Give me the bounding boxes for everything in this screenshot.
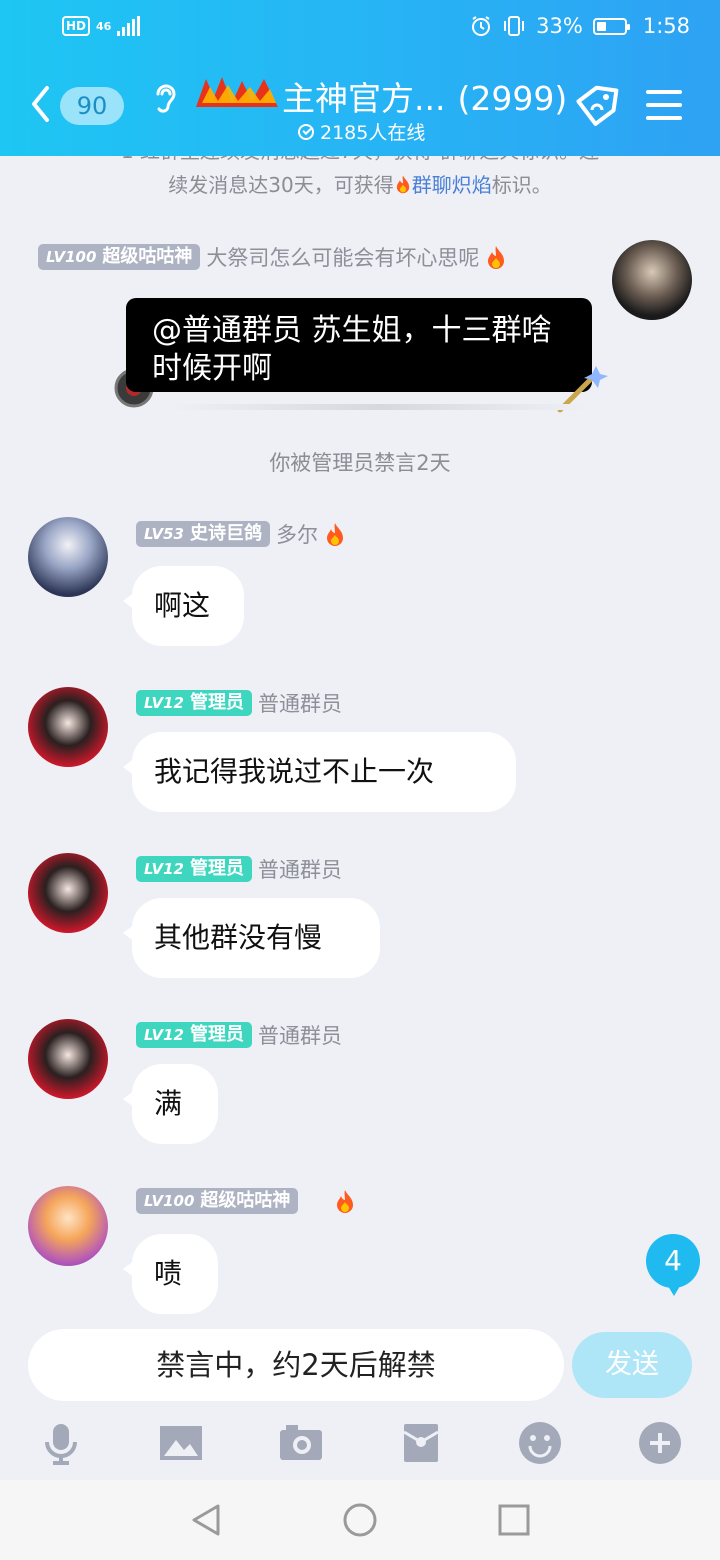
- message-header: LV100 超级咕咕神 大祭司怎么可能会有坏心思呢: [38, 242, 507, 272]
- message-bubble[interactable]: 啊这: [123, 566, 244, 646]
- level-label: LV12: [144, 860, 184, 878]
- level-label: LV12: [144, 694, 184, 712]
- battery-icon: [592, 17, 630, 35]
- input-toolbar: [0, 1410, 720, 1476]
- fire-icon: [326, 523, 343, 546]
- sender-name[interactable]: 普通群员: [258, 688, 342, 718]
- microphone-icon[interactable]: [38, 1420, 84, 1466]
- level-title: 超级咕咕神: [200, 1190, 291, 1211]
- level-title: 超级咕咕神: [102, 246, 193, 267]
- message-input-muted[interactable]: 禁言中，约2天后解禁: [28, 1329, 564, 1401]
- message-header: LV12 管理员 普通群员: [136, 688, 342, 718]
- member-count: (2999): [457, 79, 568, 118]
- vibrate-icon: [504, 16, 525, 36]
- fire-icon: [396, 175, 409, 194]
- plus-icon[interactable]: [637, 1420, 683, 1466]
- camera-icon[interactable]: [278, 1420, 324, 1466]
- notice-link[interactable]: 群聊炽焰: [412, 173, 492, 197]
- send-button[interactable]: 发送: [572, 1332, 692, 1398]
- level-title: 管理员: [189, 692, 244, 713]
- level-title: 管理员: [189, 858, 244, 879]
- system-notice: 续发消息达30天，可获得 群聊炽焰标识。: [40, 170, 680, 200]
- new-message-count-badge[interactable]: 4: [646, 1234, 700, 1296]
- avatar[interactable]: [612, 240, 692, 320]
- avatar[interactable]: [28, 853, 108, 933]
- avatar[interactable]: [28, 517, 108, 597]
- menu-icon[interactable]: [646, 88, 682, 122]
- system-navigation-bar: [0, 1480, 720, 1560]
- recents-square-icon[interactable]: [496, 1502, 532, 1538]
- fire-icon: [488, 246, 505, 269]
- level-title: 史诗巨鸽: [189, 523, 262, 544]
- red-packet-icon[interactable]: [398, 1420, 444, 1466]
- message-header: LV100 超级咕咕神: [136, 1188, 356, 1214]
- message-header: LV53 史诗巨鸽 多尔: [136, 519, 346, 549]
- admin-badge: LV12 管理员: [136, 1022, 252, 1048]
- level-label: LV12: [144, 1026, 184, 1044]
- alarm-icon: [472, 16, 491, 36]
- avatar[interactable]: [28, 1019, 108, 1099]
- sender-name[interactable]: 普通群员: [258, 854, 342, 884]
- network-label: 46: [96, 19, 112, 33]
- notice-text: 续发消息达30天，可获得: [168, 173, 394, 197]
- fire-icon: [337, 1190, 354, 1213]
- level-label: LV53: [144, 525, 184, 543]
- back-triangle-icon[interactable]: [188, 1502, 224, 1538]
- home-circle-icon[interactable]: [342, 1502, 378, 1538]
- avatar[interactable]: [28, 687, 108, 767]
- level-badge: LV53 史诗巨鸽: [136, 521, 270, 547]
- back-chevron-icon[interactable]: [30, 84, 50, 124]
- emoji-icon[interactable]: [517, 1420, 563, 1466]
- earpiece-mode-icon[interactable]: [150, 80, 180, 116]
- level-label: LV100: [144, 1192, 195, 1210]
- message-bubble[interactable]: 我记得我说过不止一次: [123, 732, 516, 812]
- level-title: 管理员: [189, 1024, 244, 1045]
- bubble-shadow: [170, 404, 590, 410]
- unread-count-badge[interactable]: 90: [60, 87, 124, 125]
- group-title[interactable]: 主神官方... (2999): [282, 72, 567, 120]
- clock: 1:58: [642, 14, 690, 38]
- notice-suffix: 标识。: [491, 173, 552, 197]
- admin-badge: LV12 管理员: [136, 856, 252, 882]
- message-bubble[interactable]: 啧: [123, 1234, 218, 1314]
- sender-name[interactable]: 大祭司怎么可能会有坏心思呢: [206, 242, 479, 272]
- signal-icon: [117, 16, 141, 36]
- hd-icon: HD: [62, 16, 91, 36]
- message-bubble[interactable]: 其他群没有慢: [123, 898, 380, 978]
- online-status: 2185人在线: [298, 118, 425, 145]
- group-name: 主神官方...: [282, 79, 446, 118]
- message-header: LV12 管理员 普通群员: [136, 854, 342, 884]
- muted-notice: 你被管理员禁言2天: [269, 451, 451, 475]
- level-label: LV100: [46, 248, 97, 266]
- group-tag-icon[interactable]: [572, 84, 622, 130]
- header: HD 46 33% 1:58 90 主神官方... (2999) 2185人在线: [0, 0, 720, 156]
- avatar[interactable]: [28, 1186, 108, 1266]
- sender-name[interactable]: 普通群员: [258, 1020, 342, 1050]
- message-bubble[interactable]: @普通群员 苏生姐，十三群啥时候开啊: [126, 298, 592, 392]
- message-bubble[interactable]: 满: [123, 1064, 218, 1144]
- level-badge: LV100 超级咕咕神: [136, 1188, 299, 1214]
- sender-name[interactable]: 多尔: [276, 519, 318, 549]
- battery-percent: 33%: [536, 14, 583, 38]
- check-circle-icon: [298, 123, 314, 140]
- admin-badge: LV12 管理员: [136, 690, 252, 716]
- image-icon[interactable]: [158, 1420, 204, 1466]
- group-logo-icon: [196, 77, 278, 107]
- message-header: LV12 管理员 普通群员: [136, 1020, 342, 1050]
- online-count: 2185人在线: [320, 122, 426, 144]
- status-bar: HD 46 33% 1:58: [0, 0, 720, 56]
- level-badge: LV100 超级咕咕神: [38, 244, 201, 270]
